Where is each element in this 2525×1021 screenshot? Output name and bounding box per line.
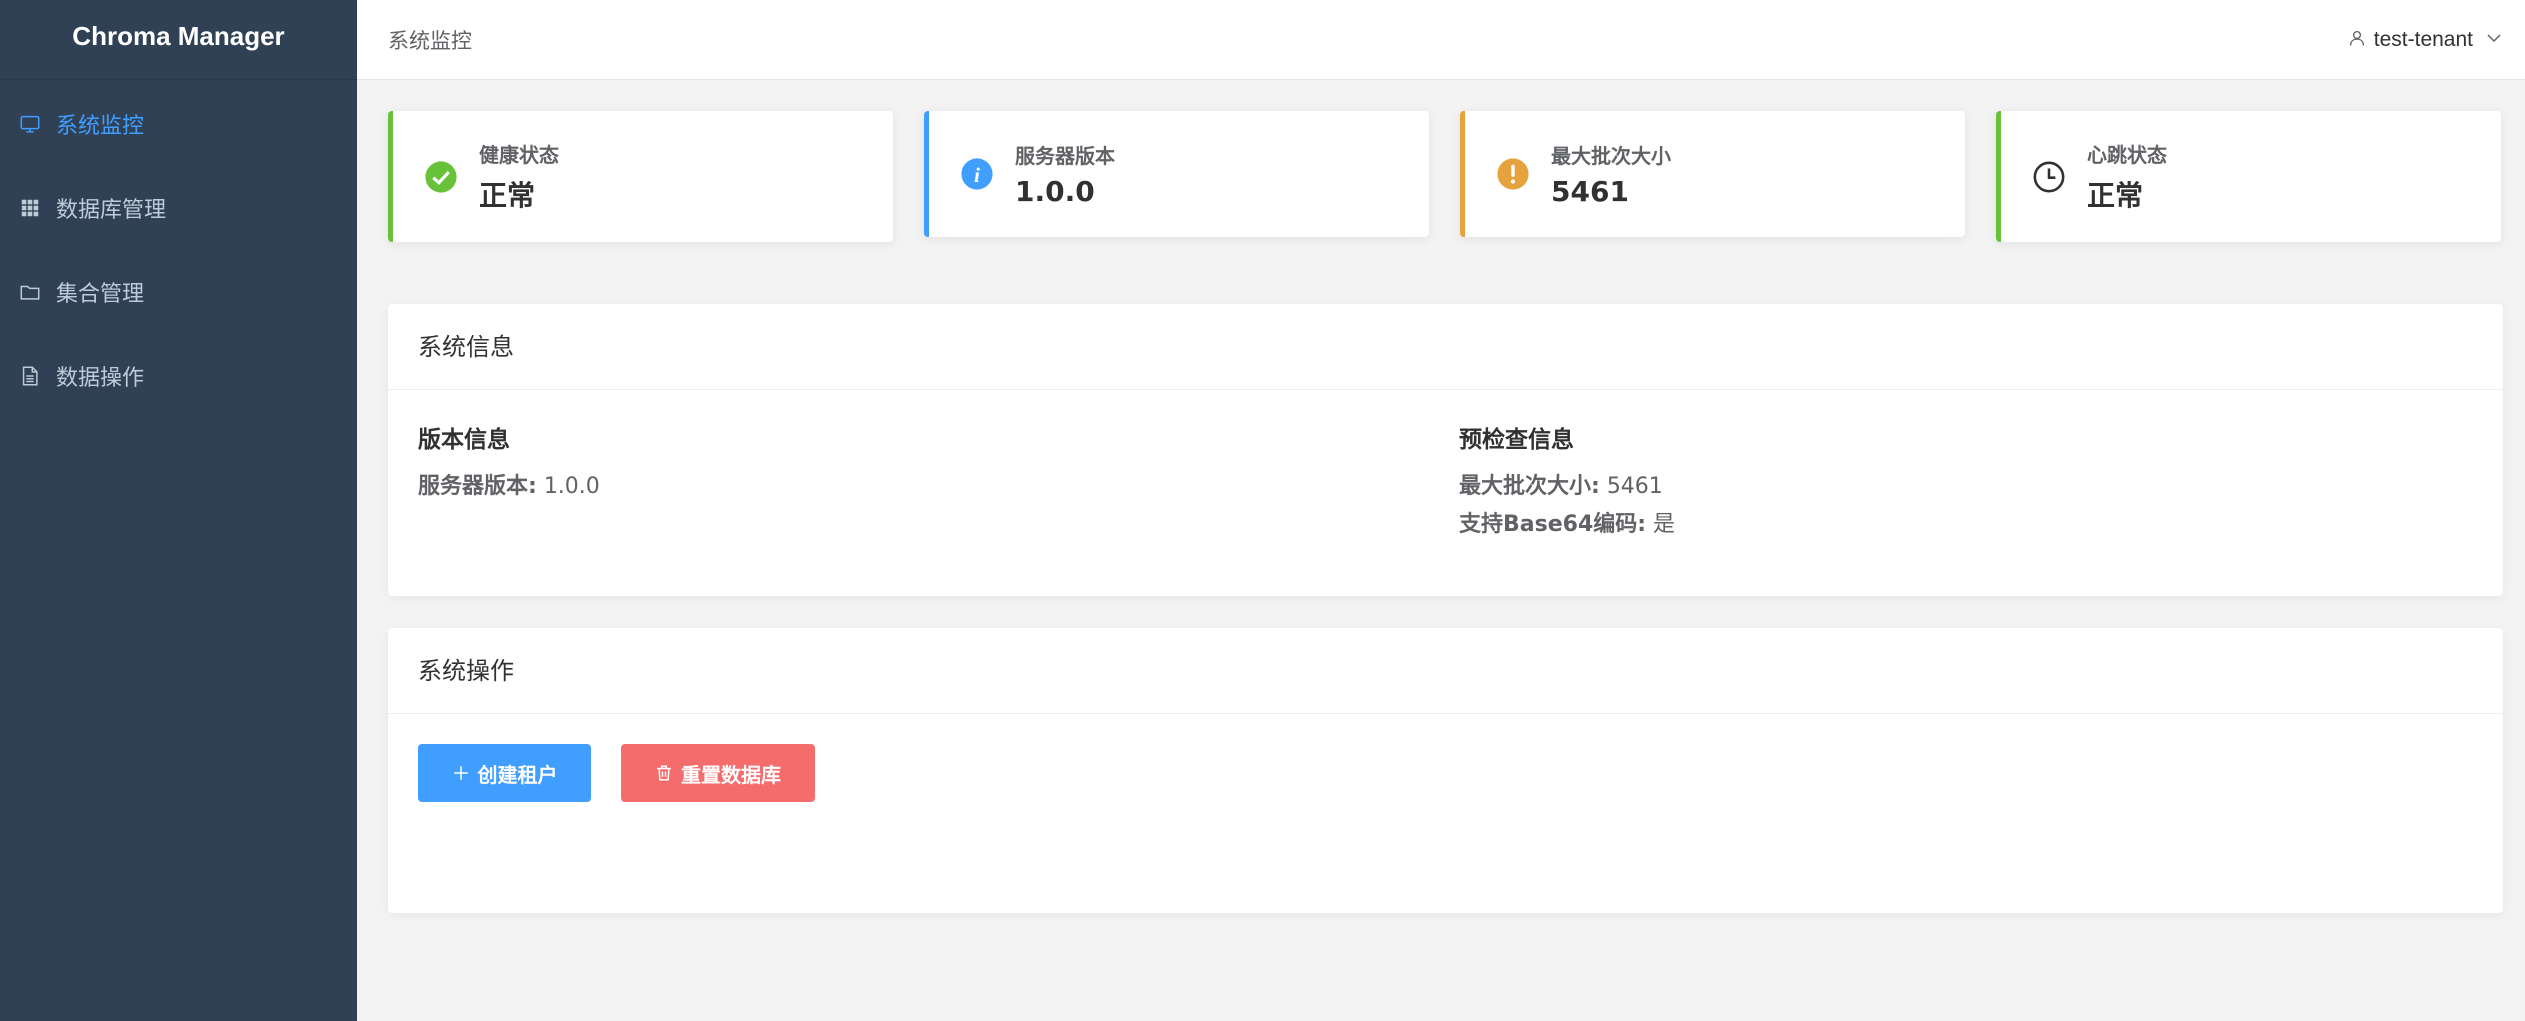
- chevron-down-icon: [2485, 28, 2503, 52]
- trash-icon: [657, 765, 671, 781]
- plus-icon: [453, 766, 468, 780]
- max-batch-label: 最大批次大小:: [1459, 474, 1600, 499]
- version-info: 版本信息 服务器版本: 1.0.0: [418, 420, 600, 506]
- info-icon: i: [959, 156, 995, 192]
- precheck-info-title: 预检查信息: [1459, 427, 1574, 453]
- sidebar-item-database-management[interactable]: 数据库管理: [0, 166, 357, 250]
- stat-card-max-batch-size: 最大批次大小 5461: [1460, 111, 1965, 237]
- monitor-icon: [18, 112, 42, 136]
- sidebar-item-label: 数据库管理: [56, 198, 167, 223]
- base64-label: 支持Base64编码:: [1459, 512, 1647, 537]
- stat-card-health: 健康状态 正常: [388, 111, 893, 242]
- server-version-label: 服务器版本:: [418, 474, 537, 499]
- stat-label: 健康状态: [479, 143, 559, 167]
- system-operations-panel: 系统操作 创建租户 重置数据库: [388, 628, 2503, 913]
- max-batch-row: 最大批次大小: 5461: [1459, 468, 1675, 506]
- panel-title: 系统信息: [388, 304, 2503, 390]
- reset-database-button[interactable]: 重置数据库: [621, 744, 815, 802]
- breadcrumb: 系统监控: [388, 28, 472, 53]
- app-title: Chroma Manager: [0, 0, 357, 80]
- sidebar-item-label: 数据操作: [56, 366, 145, 391]
- folder-icon: [18, 280, 42, 304]
- stat-cards: 健康状态 正常 i 服务器版本 1.0.0 最大批次大小 5461 心跳状态 正…: [388, 111, 2503, 245]
- warning-icon: [1495, 156, 1531, 192]
- main-content: 健康状态 正常 i 服务器版本 1.0.0 最大批次大小 5461 心跳状态 正…: [357, 80, 2525, 1021]
- sidebar-item-data-operations[interactable]: 数据操作: [0, 334, 357, 418]
- precheck-info: 预检查信息 最大批次大小: 5461 支持Base64编码: 是: [1459, 420, 1675, 544]
- stat-value: 正常: [2087, 179, 2144, 212]
- check-circle-icon: [423, 159, 459, 195]
- stat-value: 正常: [479, 179, 536, 212]
- stat-value: 5461: [1551, 175, 1629, 208]
- stat-label: 心跳状态: [2087, 143, 2167, 167]
- create-tenant-button[interactable]: 创建租户: [418, 744, 591, 802]
- sidebar-item-label: 集合管理: [56, 282, 145, 307]
- server-version-row: 服务器版本: 1.0.0: [418, 468, 600, 506]
- stat-card-server-version: i 服务器版本 1.0.0: [924, 111, 1429, 237]
- sidebar-menu: 系统监控 数据库管理 集合管理 数据操作: [0, 82, 357, 418]
- reset-database-label: 重置数据库: [681, 762, 781, 787]
- document-icon: [18, 364, 42, 388]
- version-info-title: 版本信息: [418, 427, 510, 453]
- username: test-tenant: [2373, 27, 2473, 51]
- user-icon: [2348, 28, 2366, 52]
- stat-card-heartbeat: 心跳状态 正常: [1996, 111, 2501, 242]
- svg-text:i: i: [974, 163, 980, 187]
- user-menu[interactable]: test-tenant: [2348, 28, 2503, 52]
- stat-label: 服务器版本: [1015, 144, 1115, 168]
- clock-icon: [2031, 159, 2067, 195]
- base64-row: 支持Base64编码: 是: [1459, 506, 1675, 544]
- sidebar: Chroma Manager 系统监控 数据库管理 集合管理 数据操作: [0, 0, 357, 1021]
- top-header: 系统监控 test-tenant: [357, 0, 2525, 80]
- panel-title: 系统操作: [388, 628, 2503, 714]
- sidebar-item-label: 系统监控: [56, 114, 145, 139]
- stat-value: 1.0.0: [1015, 175, 1095, 208]
- sidebar-item-system-monitor[interactable]: 系统监控: [0, 82, 357, 166]
- sidebar-item-collection-management[interactable]: 集合管理: [0, 250, 357, 334]
- stat-label: 最大批次大小: [1551, 144, 1671, 168]
- system-info-panel: 系统信息 版本信息 服务器版本: 1.0.0 预检查信息 最大批次大小: 546…: [388, 304, 2503, 596]
- base64-value: 是: [1653, 512, 1676, 537]
- max-batch-value: 5461: [1606, 474, 1663, 499]
- server-version-value: 1.0.0: [543, 474, 600, 499]
- grid-icon: [18, 196, 42, 220]
- create-tenant-label: 创建租户: [477, 762, 558, 787]
